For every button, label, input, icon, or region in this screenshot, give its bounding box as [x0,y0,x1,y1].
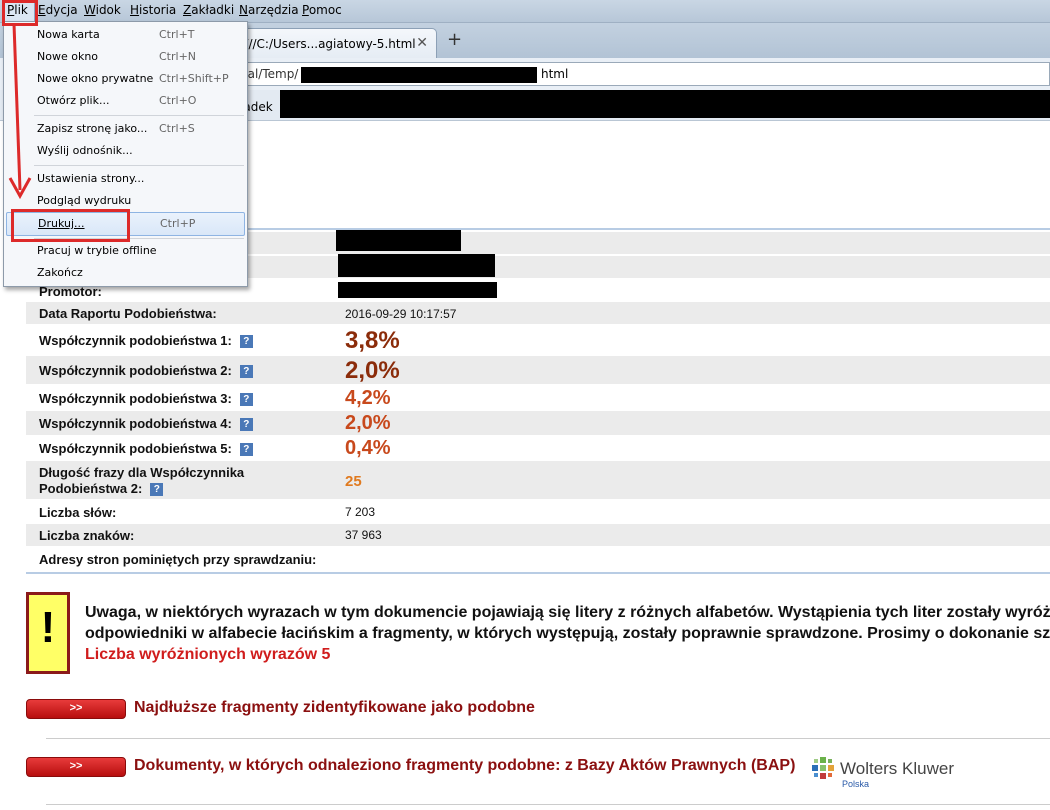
logo-icon [812,757,834,779]
table-row: Współczynnik podobieństwa 2:? 2,0% [26,356,1050,384]
date-label: Data Raportu Podobieństwa: [39,306,217,321]
menu-zakladki[interactable]: Zakładki [183,3,234,17]
coefficient-label: Współczynnik podobieństwa 5:? [39,441,253,457]
coefficient-value: 4,2% [345,387,391,409]
wolters-kluwer-logo: Wolters Kluwer Polska [812,757,962,791]
table-row: Data Raportu Podobieństwa: 2016-09-29 10… [26,302,1050,324]
menu-narzedzia[interactable]: Narzędzia [239,3,299,17]
menu-item-work-offline[interactable]: Pracuj w trybie offline [4,240,247,262]
word-count-label: Liczba słów: [39,505,117,520]
help-icon[interactable]: ? [239,365,253,379]
menu-widok[interactable]: Widok [84,3,121,17]
coefficient-label: Współczynnik podobieństwa 1:? [39,333,253,349]
tab-title: e:///C:/Users...agiatowy-5.html [233,37,416,51]
menu-pomoc[interactable]: Pomoc [302,3,342,17]
table-row: Liczba słów: 7 203 [26,501,1050,523]
address-prefix: cal/Temp/ [241,67,299,81]
logo-name: Wolters Kluwer [840,759,954,778]
table-row: Adresy stron pominiętych przy sprawdzani… [26,548,1050,570]
table-row: Długość frazy dla Współczynnika Podobieńs… [26,461,1050,499]
new-tab-icon[interactable]: + [447,29,462,50]
redaction [301,67,537,83]
coefficient-value: 0,4% [345,437,391,459]
logo-sub: Polska [842,779,870,789]
menu-separator [34,165,244,166]
warning-icon: ! [26,592,70,674]
coefficient-label: Współczynnik podobieństwa 4:? [39,416,253,432]
menu-item-send-link[interactable]: Wyślij odnośnik... [4,140,247,162]
date-value: 2016-09-29 10:17:57 [345,307,457,321]
menu-item-new-private-window[interactable]: Nowe okno prywatne Ctrl+Shift+P [4,68,247,90]
coefficient-label: Współczynnik podobieństwa 2:? [39,363,253,379]
divider [26,572,1050,574]
menu-bar: Plik Edycja Widok Historia Zakładki Narz… [0,0,1050,23]
table-row: Współczynnik podobieństwa 4:? 2,0% [26,411,1050,435]
menu-item-save-page[interactable]: Zapisz stronę jako... Ctrl+S [4,118,247,140]
coefficient-value: 2,0% [345,357,400,384]
table-row: Liczba znaków: 37 963 [26,524,1050,546]
help-icon[interactable]: ? [150,483,164,497]
phrase-length-value: 25 [345,473,362,490]
help-icon[interactable]: ? [239,443,253,457]
redaction [280,90,1050,118]
char-count-value: 37 963 [345,528,382,542]
help-icon[interactable]: ? [239,335,253,349]
char-count-label: Liczba znaków: [39,528,135,543]
divider [46,804,1050,805]
skipped-urls-label: Adresy stron pominiętych przy sprawdzani… [39,552,317,567]
coefficient-value: 2,0% [345,412,391,434]
annotation-box [11,209,130,242]
word-count-value: 7 203 [345,505,376,519]
highlighted-words-count: Liczba wyróżnionych wyrazów 5 [85,646,331,663]
coefficient-value: 3,8% [345,327,400,354]
expand-button[interactable]: >> [26,699,126,719]
phrase-length-label: Długość frazy dla Współczynnika Podobieńs… [39,465,245,497]
section-title-bap-documents[interactable]: Dokumenty, w których odnaleziono fragmen… [134,757,795,775]
menu-edycja[interactable]: Edycja [38,3,78,17]
table-row: Współczynnik podobieństwa 1:? 3,8% [26,326,1050,354]
coefficient-label: Współczynnik podobieństwa 3:? [39,391,253,407]
expand-button[interactable]: >> [26,757,126,777]
menu-item-page-setup[interactable]: Ustawienia strony... [4,168,247,190]
help-icon[interactable]: ? [239,393,253,407]
address-bar[interactable]: cal/Temp/ html [160,62,1050,86]
menu-separator [34,115,244,116]
divider [46,738,1050,739]
table-row: Współczynnik podobieństwa 5:? 0,4% [26,436,1050,460]
help-icon[interactable]: ? [239,418,253,432]
redaction [336,230,461,251]
menu-historia[interactable]: Historia [130,3,176,17]
annotation-arrow-icon [8,23,32,200]
close-icon[interactable]: ✕ [416,35,428,51]
menu-item-new-tab[interactable]: Nowa karta Ctrl+T [4,24,247,46]
redaction [338,254,495,277]
menu-item-open-file[interactable]: Otwórz plik... Ctrl+O [4,90,247,112]
table-row: Współczynnik podobieństwa 3:? 4,2% [26,386,1050,410]
section-title-longest-fragments[interactable]: Najdłuższe fragmenty zidentyfikowane jak… [134,699,535,717]
menu-item-exit[interactable]: Zakończ [4,262,247,284]
address-suffix: html [541,67,569,81]
redaction [338,282,497,298]
warning-message: Uwaga, w niektórych wyrazach w tym dokum… [85,604,1050,663]
menu-item-new-window[interactable]: Nowe okno Ctrl+N [4,46,247,68]
